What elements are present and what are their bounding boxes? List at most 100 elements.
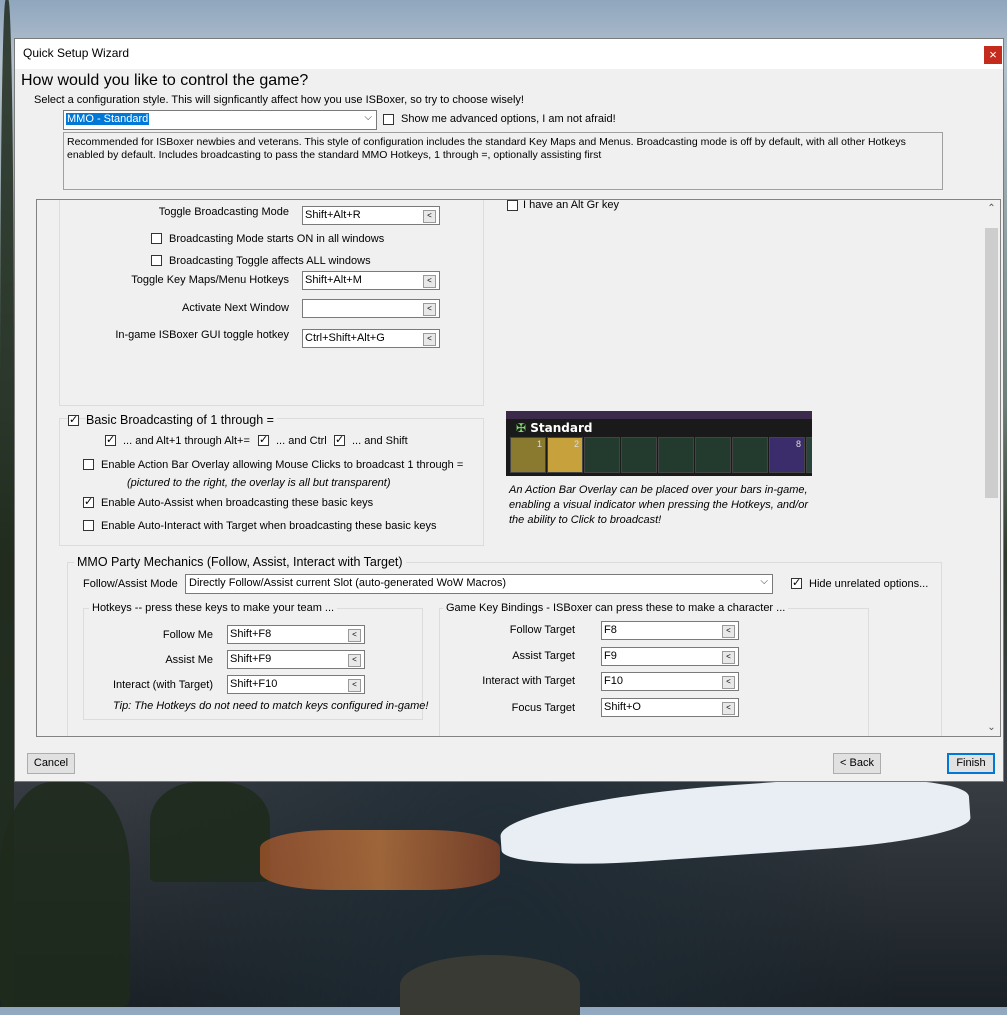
assist-me-value: Shift+F9: [230, 653, 272, 665]
clear-hotkey-button[interactable]: <: [348, 629, 361, 642]
advanced-options-checkbox[interactable]: [383, 114, 394, 125]
basic-broadcasting-checkbox[interactable]: [68, 413, 79, 426]
advanced-options-label: Show me advanced options, I am not afrai…: [401, 113, 616, 125]
interact-hotkey[interactable]: Shift+F10 <: [227, 675, 365, 694]
gui-toggle-label: In-game ISBoxer GUI toggle hotkey: [115, 329, 289, 341]
alt-keys-checkbox[interactable]: [105, 433, 116, 446]
config-description: Recommended for ISBoxer newbies and vete…: [63, 132, 943, 190]
action-bar-slot: [658, 437, 694, 473]
overlay-caption: An Action Bar Overlay can be placed over…: [509, 484, 809, 526]
clear-hotkey-button[interactable]: <: [348, 654, 361, 667]
party-mechanics-caption: MMO Party Mechanics (Follow, Assist, Int…: [74, 555, 406, 569]
interact-value: Shift+F10: [230, 678, 278, 690]
chevron-down-icon: ⌵: [760, 576, 768, 587]
follow-target-label: Follow Target: [509, 624, 575, 636]
clear-hotkey-button[interactable]: <: [348, 679, 361, 692]
action-bar-title-text: Standard: [530, 421, 593, 435]
shift-keys-label: ... and Shift: [352, 435, 408, 447]
gui-toggle-value: Ctrl+Shift+Alt+G: [305, 332, 385, 344]
config-style-select[interactable]: MMO - Standard ⌵: [63, 110, 377, 130]
basic-broadcasting-caption: Basic Broadcasting of 1 through =: [86, 413, 277, 427]
toggle-keymaps-hotkey[interactable]: Shift+Alt+M <: [302, 271, 440, 290]
action-bar-slot: 2: [547, 437, 583, 473]
clear-hotkey-button[interactable]: <: [722, 651, 735, 664]
config-style-value: MMO - Standard: [66, 113, 150, 125]
back-button[interactable]: < Back: [833, 753, 881, 774]
hotkeys-caption: Hotkeys -- press these keys to make your…: [89, 602, 338, 614]
follow-assist-mode-select[interactable]: Directly Follow/Assist current Slot (aut…: [185, 574, 773, 594]
assist-me-hotkey[interactable]: Shift+F9 <: [227, 650, 365, 669]
clear-hotkey-button[interactable]: <: [722, 676, 735, 689]
desktop-tree: [150, 782, 270, 882]
scroll-up-icon[interactable]: ⌃: [983, 200, 1000, 217]
clear-hotkey-button[interactable]: <: [423, 210, 436, 223]
next-window-hotkey[interactable]: <: [302, 299, 440, 318]
action-bar-overlay-checkbox[interactable]: [83, 459, 94, 470]
page-subtitle: Select a configuration style. This will …: [34, 94, 524, 106]
altgr-label: I have an Alt Gr key: [523, 199, 619, 211]
game-key-bindings-caption: Game Key Bindings - ISBoxer can press th…: [443, 602, 789, 614]
hide-unrelated-checkbox[interactable]: [791, 576, 802, 589]
shift-keys-checkbox[interactable]: [334, 433, 345, 446]
toggle-keymaps-value: Shift+Alt+M: [305, 274, 362, 286]
interact-target-value: F10: [604, 675, 623, 687]
gui-toggle-hotkey[interactable]: Ctrl+Shift+Alt+G <: [302, 329, 440, 348]
ctrl-keys-checkbox[interactable]: [258, 433, 269, 446]
follow-target-value: F8: [604, 624, 617, 636]
window-title: Quick Setup Wizard: [23, 46, 130, 60]
starts-on-checkbox[interactable]: [151, 233, 162, 244]
clear-hotkey-button[interactable]: <: [423, 275, 436, 288]
altgr-checkbox[interactable]: [507, 200, 518, 211]
scroll-down-icon[interactable]: ⌄: [983, 719, 1000, 736]
auto-assist-label: Enable Auto-Assist when broadcasting the…: [101, 497, 374, 509]
chevron-down-icon: ⌵: [364, 112, 372, 123]
action-bar-slot: [732, 437, 768, 473]
starts-on-label: Broadcasting Mode starts ON in all windo…: [169, 233, 385, 245]
close-button[interactable]: ×: [984, 46, 1002, 64]
vertical-scrollbar[interactable]: ⌃ ⌄: [983, 200, 1000, 736]
action-bar-slot: [584, 437, 620, 473]
toggle-broadcasting-hotkey[interactable]: Shift+Alt+R <: [302, 206, 440, 225]
action-bar-slot: 1: [510, 437, 546, 473]
title-bar: Quick Setup Wizard ×: [15, 39, 1003, 69]
auto-interact-label: Enable Auto-Interact with Target when br…: [101, 520, 437, 532]
toggle-keymaps-label: Toggle Key Maps/Menu Hotkeys: [131, 274, 289, 286]
focus-target-value: Shift+O: [604, 701, 641, 713]
follow-assist-mode-label: Follow/Assist Mode: [83, 578, 178, 590]
clear-hotkey-button[interactable]: <: [423, 303, 436, 316]
clear-hotkey-button[interactable]: <: [722, 625, 735, 638]
cancel-button[interactable]: Cancel: [27, 753, 75, 774]
page-title: How would you like to control the game?: [21, 72, 309, 89]
desktop-sunset-reflection: [260, 830, 500, 890]
action-bar-title: ✠ Standard: [516, 421, 592, 435]
clear-hotkey-button[interactable]: <: [722, 702, 735, 715]
action-bar-overlay-label: Enable Action Bar Overlay allowing Mouse…: [101, 459, 464, 471]
follow-assist-mode-value: Directly Follow/Assist current Slot (aut…: [189, 577, 507, 589]
follow-me-hotkey[interactable]: Shift+F8 <: [227, 625, 365, 644]
clear-hotkey-button[interactable]: <: [423, 333, 436, 346]
next-window-label: Activate Next Window: [182, 302, 289, 314]
options-scroll-panel[interactable]: Toggle Broadcasting Mode Shift+Alt+R < B…: [36, 199, 1001, 737]
quick-setup-wizard-dialog: Quick Setup Wizard × How would you like …: [14, 38, 1004, 782]
scroll-thumb[interactable]: [985, 228, 998, 498]
interact-target-key[interactable]: F10 <: [601, 672, 739, 691]
finish-button[interactable]: Finish: [947, 753, 995, 774]
auto-assist-checkbox[interactable]: [83, 495, 94, 508]
alt-keys-label: ... and Alt+1 through Alt+=: [123, 435, 250, 447]
toggle-broadcasting-label: Toggle Broadcasting Mode: [158, 206, 289, 218]
affects-all-checkbox[interactable]: [151, 255, 162, 266]
assist-target-value: F9: [604, 650, 617, 662]
desktop-rock: [400, 955, 580, 1015]
assist-me-label: Assist Me: [165, 654, 213, 666]
follow-target-key[interactable]: F8 <: [601, 621, 739, 640]
interact-target-label: Interact with Target: [482, 675, 575, 687]
action-bar-top-row: [506, 411, 812, 419]
focus-target-label: Focus Target: [511, 702, 575, 714]
auto-interact-checkbox[interactable]: [83, 520, 94, 531]
overlay-note: (pictured to the right, the overlay is a…: [127, 477, 391, 489]
interact-label: Interact (with Target): [112, 679, 213, 691]
action-bar-overlay-preview: ✠ Standard 1 2 8 7: [506, 411, 812, 476]
focus-target-key[interactable]: Shift+O <: [601, 698, 739, 717]
assist-target-key[interactable]: F9 <: [601, 647, 739, 666]
follow-me-label: Follow Me: [162, 629, 213, 641]
